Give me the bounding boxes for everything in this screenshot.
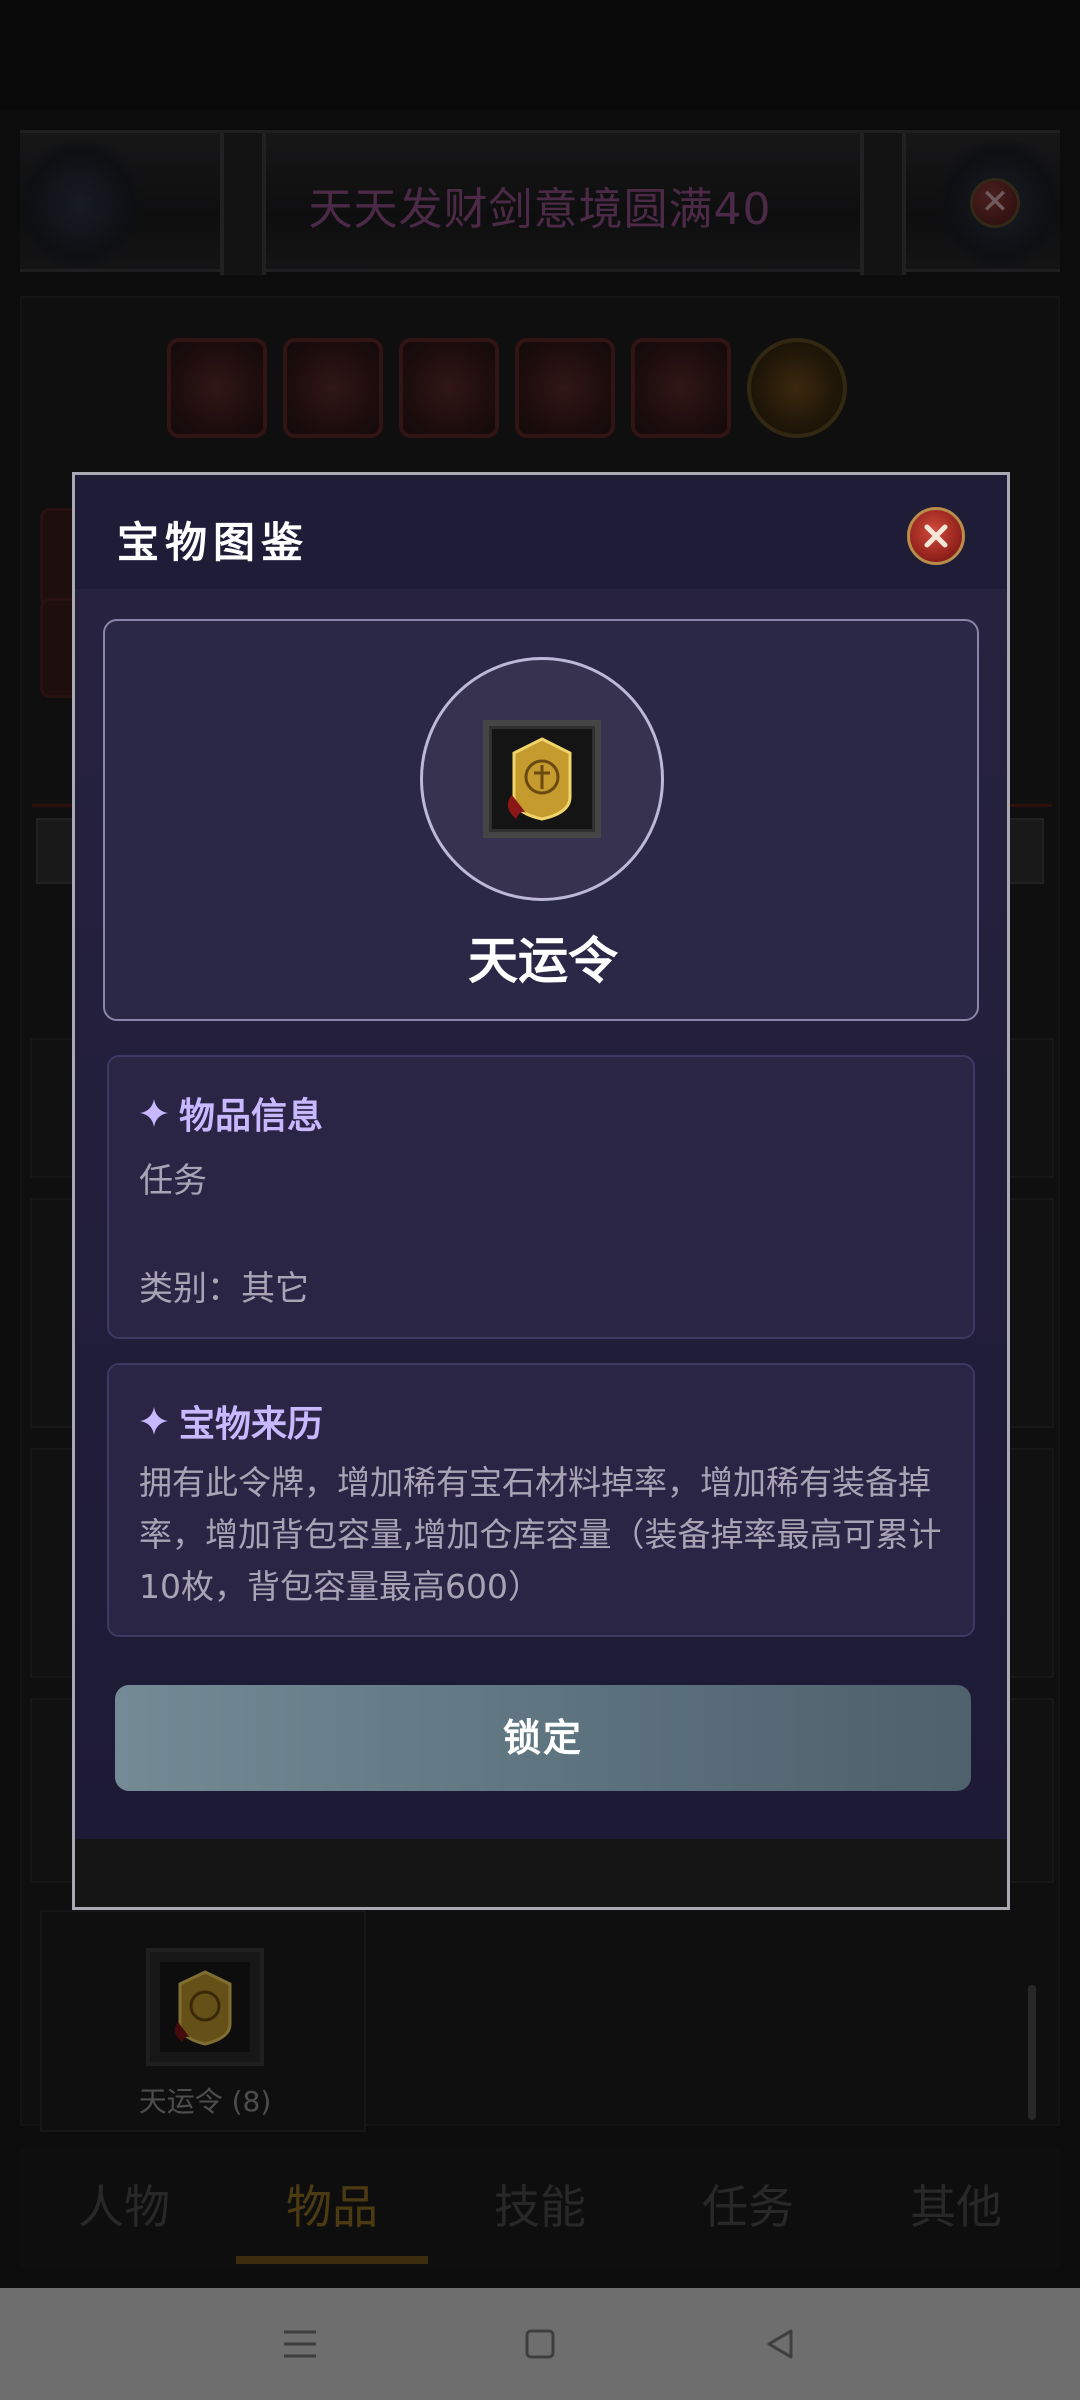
back-icon-graphic xyxy=(767,2329,793,2359)
close-icon[interactable] xyxy=(907,507,965,565)
item-info-heading-text: 物品信息 xyxy=(179,1096,324,1137)
item-preview-card: 天运令 xyxy=(103,619,979,1021)
system-navigation-bar xyxy=(0,2288,1080,2400)
lock-button[interactable]: 锁定 xyxy=(115,1685,971,1791)
item-icon-circle xyxy=(420,657,664,901)
modal-body: 天运令 物品信息 任务 类别：其它 宝物来历 拥有此令牌，增加稀有宝石材料掉率，… xyxy=(75,589,1007,1839)
token-icon-graphic xyxy=(492,729,592,829)
item-history-description: 拥有此令牌，增加稀有宝石材料掉率，增加稀有装备掉率，增加背包容量,增加仓库容量（… xyxy=(139,1463,942,1606)
close-icon-graphic xyxy=(924,524,948,548)
modal-header: 宝物图鉴 xyxy=(75,475,1007,589)
home-icon[interactable] xyxy=(510,2314,570,2374)
modal-title: 宝物图鉴 xyxy=(117,518,310,567)
modal-footer xyxy=(75,1839,1007,1907)
item-history-heading: 宝物来历 xyxy=(139,1395,323,1447)
game-screen: 天天发财剑意境圆满40 ✕ 天运令 (8) 人物 物品 技能 任务 其他 宝物图… xyxy=(0,0,1080,2400)
item-info-card: 物品信息 任务 类别：其它 xyxy=(107,1055,975,1339)
sparkle-icon xyxy=(140,1407,168,1435)
menu-icon[interactable] xyxy=(270,2314,330,2374)
home-icon-graphic xyxy=(525,2329,555,2359)
item-category: 类别：其它 xyxy=(139,1269,309,1309)
item-history-heading-text: 宝物来历 xyxy=(179,1404,324,1445)
sparkle-icon xyxy=(140,1099,168,1127)
item-history-card: 宝物来历 拥有此令牌，增加稀有宝石材料掉率，增加稀有装备掉率，增加背包容量,增加… xyxy=(107,1363,975,1637)
token-icon xyxy=(483,720,601,838)
item-type: 任务 xyxy=(139,1161,207,1201)
item-info-heading: 物品信息 xyxy=(139,1087,323,1139)
menu-icon-graphic xyxy=(284,2330,316,2358)
back-icon[interactable] xyxy=(750,2314,810,2374)
item-name: 天运令 xyxy=(468,932,618,990)
treasure-codex-modal: 宝物图鉴 天运令 物品信息 任务 类别：其它 宝物来历 拥有此令牌，增加稀有宝石… xyxy=(72,472,1010,1910)
